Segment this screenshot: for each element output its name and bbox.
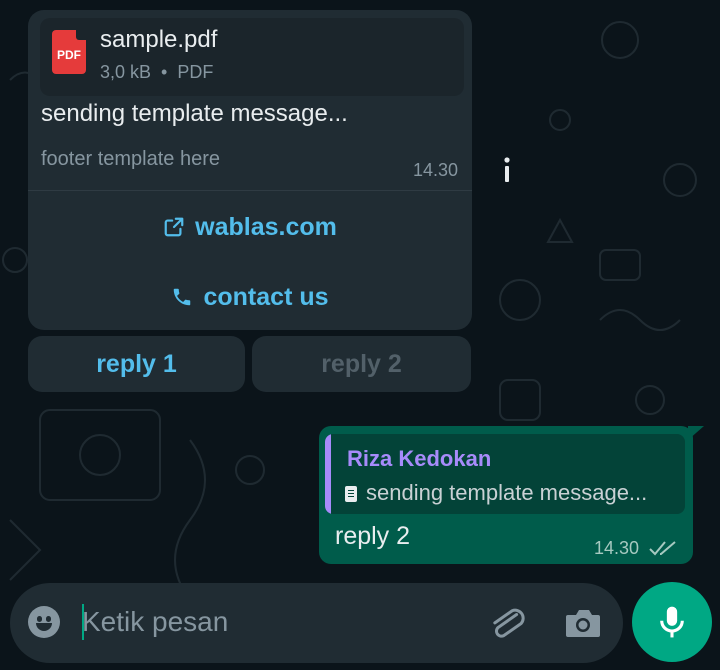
meta-separator: •: [161, 62, 168, 82]
attachment-file-type: PDF: [177, 62, 214, 82]
outgoing-message-text: reply 2: [335, 522, 411, 550]
contact-us-button[interactable]: contact us: [28, 270, 472, 324]
microphone-icon: [660, 606, 684, 638]
message-body: sending template message...: [41, 100, 348, 127]
phone-icon: [174, 288, 191, 306]
attachment-file-size: 3,0 kB: [100, 62, 152, 82]
info-icon[interactable]: [500, 155, 514, 185]
attachment-meta: 3,0 kB • PDF: [100, 62, 213, 83]
outgoing-message-time: 14.30: [594, 538, 640, 558]
camera-icon[interactable]: [563, 605, 603, 641]
document-icon: [345, 486, 357, 502]
double-check-icon: [649, 541, 676, 556]
quick-reply-1[interactable]: reply 1: [28, 336, 245, 392]
quote-text: sending template message...: [366, 480, 648, 505]
website-link-button[interactable]: wablas.com: [28, 200, 472, 254]
emoji-icon[interactable]: [28, 606, 60, 638]
microphone-button[interactable]: [632, 582, 712, 662]
paperclip-icon[interactable]: [487, 605, 527, 641]
message-footer: footer template here: [41, 148, 220, 170]
quote-accent-bar: [325, 434, 331, 514]
message-input[interactable]: [82, 604, 462, 640]
quoted-message[interactable]: Riza Kedokan sending template message...: [325, 434, 685, 514]
quote-sender: Riza Kedokan: [347, 446, 492, 471]
message-time: 14.30: [413, 160, 459, 180]
external-link-icon: [164, 217, 184, 237]
text-cursor: [82, 604, 84, 640]
quick-reply-2: reply 2: [252, 336, 471, 392]
pdf-file-icon: PDF: [52, 30, 86, 74]
attachment-file-name: sample.pdf: [100, 26, 218, 53]
pdf-icon-label: PDF: [57, 48, 81, 62]
contact-us-label: contact us: [203, 282, 329, 311]
pdf-attachment[interactable]: PDF sample.pdf 3,0 kB • PDF: [40, 18, 464, 96]
website-link-label: wablas.com: [195, 212, 337, 241]
button-divider: [28, 190, 472, 191]
